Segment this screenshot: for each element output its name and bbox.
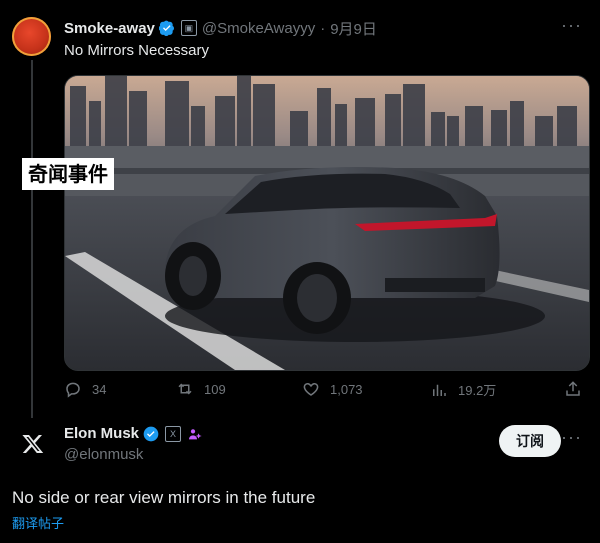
reply-count: 34	[92, 381, 107, 397]
tweet-media-image[interactable]	[64, 75, 590, 371]
share-icon	[566, 381, 580, 396]
translate-post-link[interactable]: 翻译帖子	[12, 513, 64, 532]
like-count: 1,073	[330, 381, 363, 397]
post-date[interactable]: 9月9日	[330, 18, 377, 39]
share-button[interactable]	[564, 380, 592, 398]
heart-icon	[303, 382, 319, 396]
verified-badge-icon	[143, 426, 159, 441]
retweet-count: 109	[204, 381, 226, 397]
reply-icon	[66, 382, 80, 398]
thread-connector-line	[31, 60, 33, 418]
author-handle-2[interactable]: @elonmusk	[64, 446, 143, 463]
affiliate-badge-icon: ▣	[180, 20, 197, 36]
x-logo-avatar[interactable]	[17, 428, 49, 460]
views-count: 19.2万	[458, 383, 497, 398]
views-button[interactable]: 19.2万	[430, 380, 496, 399]
author-name[interactable]: Smoke-away	[64, 20, 155, 37]
more-dots-icon[interactable]: ···	[561, 428, 582, 446]
like-button[interactable]: 1,073	[302, 380, 363, 398]
subscribe-button[interactable]: 订阅	[499, 425, 561, 457]
x-affiliate-badge-icon: X	[165, 425, 182, 442]
separator-dot: ·	[320, 19, 326, 37]
more-dots-icon[interactable]: ···	[561, 16, 582, 34]
retweet-icon	[178, 383, 192, 395]
tweet-header: Smoke-away ▣ @SmokeAwayyy · 9月9日	[64, 18, 377, 38]
concept-car-illustration	[65, 76, 589, 370]
smokeaway-avatar[interactable]	[12, 17, 51, 56]
verified-badge-icon	[158, 20, 174, 36]
media-watermark: 奇闻事件	[22, 158, 114, 190]
parody-badge-icon	[189, 428, 202, 439]
tweet-text: No Mirrors Necessary	[64, 42, 210, 59]
author-handle[interactable]: @SmokeAwayyy	[202, 20, 315, 37]
reply-button[interactable]: 34	[64, 380, 106, 398]
tweet-action-bar: 34 109 1,073 19.2万	[64, 380, 588, 404]
author-header-2: Elon Musk X	[64, 425, 203, 442]
author-name-2[interactable]: Elon Musk	[64, 425, 139, 442]
views-chart-icon	[433, 384, 446, 396]
retweet-button[interactable]: 109	[176, 380, 226, 398]
x-logo-icon	[22, 435, 44, 453]
tweet-text-2: No side or rear view mirrors in the futu…	[12, 488, 316, 507]
